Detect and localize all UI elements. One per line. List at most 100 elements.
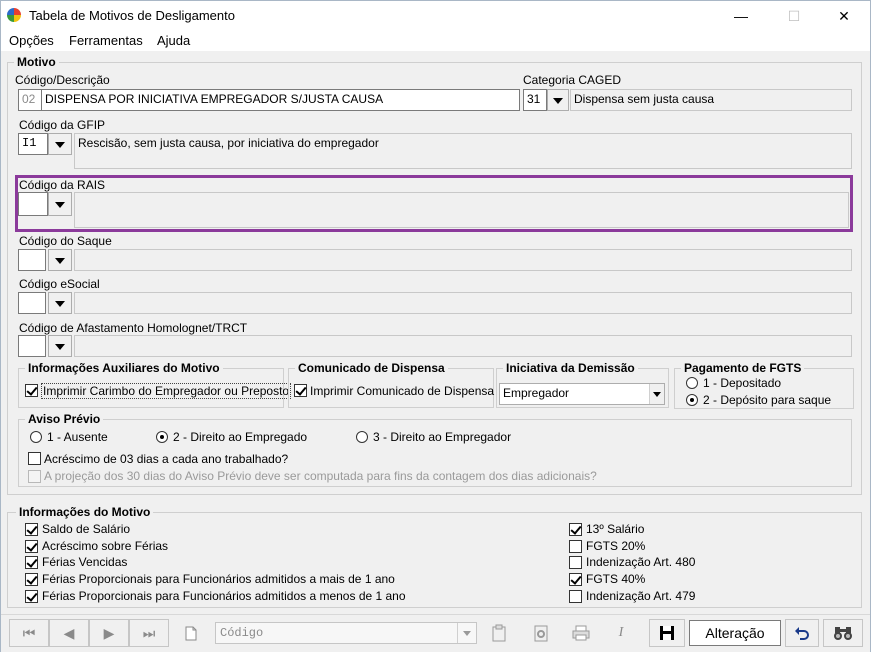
- iniciativa-select[interactable]: Empregador: [499, 383, 665, 405]
- ferias-vencidas-label[interactable]: Férias Vencidas: [42, 555, 127, 569]
- saque-dropdown-button[interactable]: [48, 249, 72, 271]
- italic-icon: I: [618, 625, 624, 640]
- document-icon: [185, 626, 197, 641]
- fgts-option-2-radio[interactable]: [686, 394, 698, 406]
- code-search-combo[interactable]: Código: [215, 622, 477, 644]
- gfip-dropdown-button[interactable]: [48, 133, 72, 155]
- fgts-40-checkbox[interactable]: [569, 573, 582, 586]
- search-button[interactable]: [823, 619, 863, 647]
- aviso-option-2-label[interactable]: 2 - Direito ao Empregado: [173, 430, 307, 444]
- aviso-option-3-label[interactable]: 3 - Direito ao Empregador: [373, 430, 511, 444]
- save-button[interactable]: [649, 619, 685, 647]
- print-button[interactable]: [563, 619, 599, 647]
- saque-label: Código do Saque: [19, 234, 112, 248]
- homolognet-dropdown-button[interactable]: [48, 335, 72, 357]
- esocial-label: Código eSocial: [19, 277, 100, 291]
- ferias-prop-mais-checkbox[interactable]: [25, 573, 38, 586]
- esocial-dropdown-button[interactable]: [48, 292, 72, 314]
- gear-document-icon: [534, 625, 548, 642]
- chevron-down-icon: [457, 623, 476, 643]
- acrescimo-label[interactable]: Acréscimo de 03 dias a cada ano trabalha…: [44, 452, 288, 466]
- new-document-button[interactable]: [173, 619, 209, 647]
- close-button[interactable]: ✕: [821, 1, 867, 31]
- indenizacao-480-label[interactable]: Indenização Art. 480: [586, 555, 695, 569]
- rais-code-field[interactable]: [18, 192, 48, 216]
- fgts-option-1-radio[interactable]: [686, 377, 698, 389]
- maximize-button[interactable]: ☐: [771, 1, 817, 31]
- aviso-option-2-radio[interactable]: [156, 431, 168, 443]
- codigo-descricao-label: Código/Descrição: [15, 73, 110, 87]
- aviso-option-1-label[interactable]: 1 - Ausente: [47, 430, 108, 444]
- minimize-button[interactable]: —: [718, 1, 764, 31]
- menu-ferramentas[interactable]: Ferramentas: [69, 33, 143, 48]
- saldo-salario-checkbox[interactable]: [25, 523, 38, 536]
- carimbo-label[interactable]: Imprimir Carimbo do Empregador ou Prepos…: [41, 383, 292, 399]
- caged-code-field[interactable]: 31: [523, 89, 547, 111]
- title-bar: Tabela de Motivos de Desligamento — ☐ ✕: [1, 1, 870, 31]
- gfip-code-field[interactable]: I1: [18, 133, 48, 155]
- decimo-terceiro-checkbox[interactable]: [569, 523, 582, 536]
- aviso-previo-title: Aviso Prévio: [25, 412, 104, 426]
- acrescimo-ferias-checkbox[interactable]: [25, 540, 38, 553]
- app-icon: [7, 8, 21, 22]
- projecao-label: A projeção dos 30 dias do Aviso Prévio d…: [44, 469, 597, 483]
- attach-button[interactable]: [481, 619, 517, 647]
- first-record-button[interactable]: ⏮: [9, 619, 49, 647]
- caged-desc-field: Dispensa sem justa causa: [570, 89, 852, 111]
- ferias-prop-mais-label[interactable]: Férias Proporcionais para Funcionários a…: [42, 572, 395, 586]
- fgts-20-label[interactable]: FGTS 20%: [586, 539, 645, 553]
- fgts-option-2-label[interactable]: 2 - Depósito para saque: [703, 393, 831, 407]
- imprimir-comunicado-checkbox[interactable]: [294, 384, 307, 397]
- rais-label: Código da RAIS: [19, 178, 106, 192]
- last-record-button[interactable]: ⏭: [129, 619, 169, 647]
- aviso-option-1-radio[interactable]: [30, 431, 42, 443]
- caged-dropdown-button[interactable]: [547, 89, 569, 111]
- iniciativa-title: Iniciativa da Demissão: [503, 361, 638, 375]
- italic-edit-button[interactable]: I: [603, 619, 639, 647]
- bottom-toolbar: ⏮ ◀ ▶ ⏭ Código I Alteração: [1, 614, 870, 652]
- imprimir-comunicado-label[interactable]: Imprimir Comunicado de Dispensa: [310, 384, 494, 398]
- fgts-20-checkbox[interactable]: [569, 540, 582, 553]
- undo-button[interactable]: [785, 619, 819, 647]
- acrescimo-checkbox[interactable]: [28, 452, 41, 465]
- first-record-icon: ⏮: [22, 625, 36, 641]
- descricao-field[interactable]: DISPENSA POR INICIATIVA EMPREGADOR S/JUS…: [41, 89, 520, 111]
- indenizacao-480-checkbox[interactable]: [569, 556, 582, 569]
- codigo-field[interactable]: 02: [18, 89, 42, 111]
- settings-document-button[interactable]: [523, 619, 559, 647]
- info-motivo-title: Informações do Motivo: [16, 505, 154, 519]
- menu-ajuda[interactable]: Ajuda: [157, 33, 190, 48]
- ferias-vencidas-checkbox[interactable]: [25, 556, 38, 569]
- rais-dropdown-button[interactable]: [48, 192, 72, 216]
- esocial-desc-field: [74, 292, 852, 314]
- rais-desc-field: [74, 192, 849, 228]
- indenizacao-479-label[interactable]: Indenização Art. 479: [586, 589, 695, 603]
- gfip-label: Código da GFIP: [19, 118, 106, 132]
- aviso-option-3-radio[interactable]: [356, 431, 368, 443]
- indenizacao-479-checkbox[interactable]: [569, 590, 582, 603]
- ferias-prop-menos-checkbox[interactable]: [25, 590, 38, 603]
- save-icon: [660, 626, 674, 640]
- previous-record-button[interactable]: ◀: [49, 619, 89, 647]
- esocial-code-field[interactable]: [18, 292, 46, 314]
- projecao-checkbox[interactable]: [28, 470, 41, 483]
- carimbo-checkbox[interactable]: [25, 384, 38, 397]
- acrescimo-ferias-label[interactable]: Acréscimo sobre Férias: [42, 539, 168, 553]
- saldo-salario-label[interactable]: Saldo de Salário: [42, 522, 130, 536]
- iniciativa-selected-value: Empregador: [503, 386, 570, 400]
- fgts-option-1-label[interactable]: 1 - Depositado: [703, 376, 781, 390]
- binoculars-icon: [834, 627, 852, 640]
- last-record-icon: ⏭: [142, 625, 156, 641]
- fgts-40-label[interactable]: FGTS 40%: [586, 572, 645, 586]
- next-record-button[interactable]: ▶: [89, 619, 129, 647]
- homolognet-code-field[interactable]: [18, 335, 46, 357]
- comunicado-title: Comunicado de Dispensa: [295, 361, 448, 375]
- decimo-terceiro-label[interactable]: 13º Salário: [586, 522, 644, 536]
- ferias-prop-menos-label[interactable]: Férias Proporcionais para Funcionários a…: [42, 589, 406, 603]
- menu-bar: Opções Ferramentas Ajuda: [1, 31, 870, 51]
- saque-code-field[interactable]: [18, 249, 46, 271]
- previous-record-icon: ◀: [63, 625, 75, 641]
- next-record-icon: ▶: [103, 625, 115, 641]
- menu-opcoes[interactable]: Opções: [9, 33, 54, 48]
- printer-icon: [572, 625, 590, 641]
